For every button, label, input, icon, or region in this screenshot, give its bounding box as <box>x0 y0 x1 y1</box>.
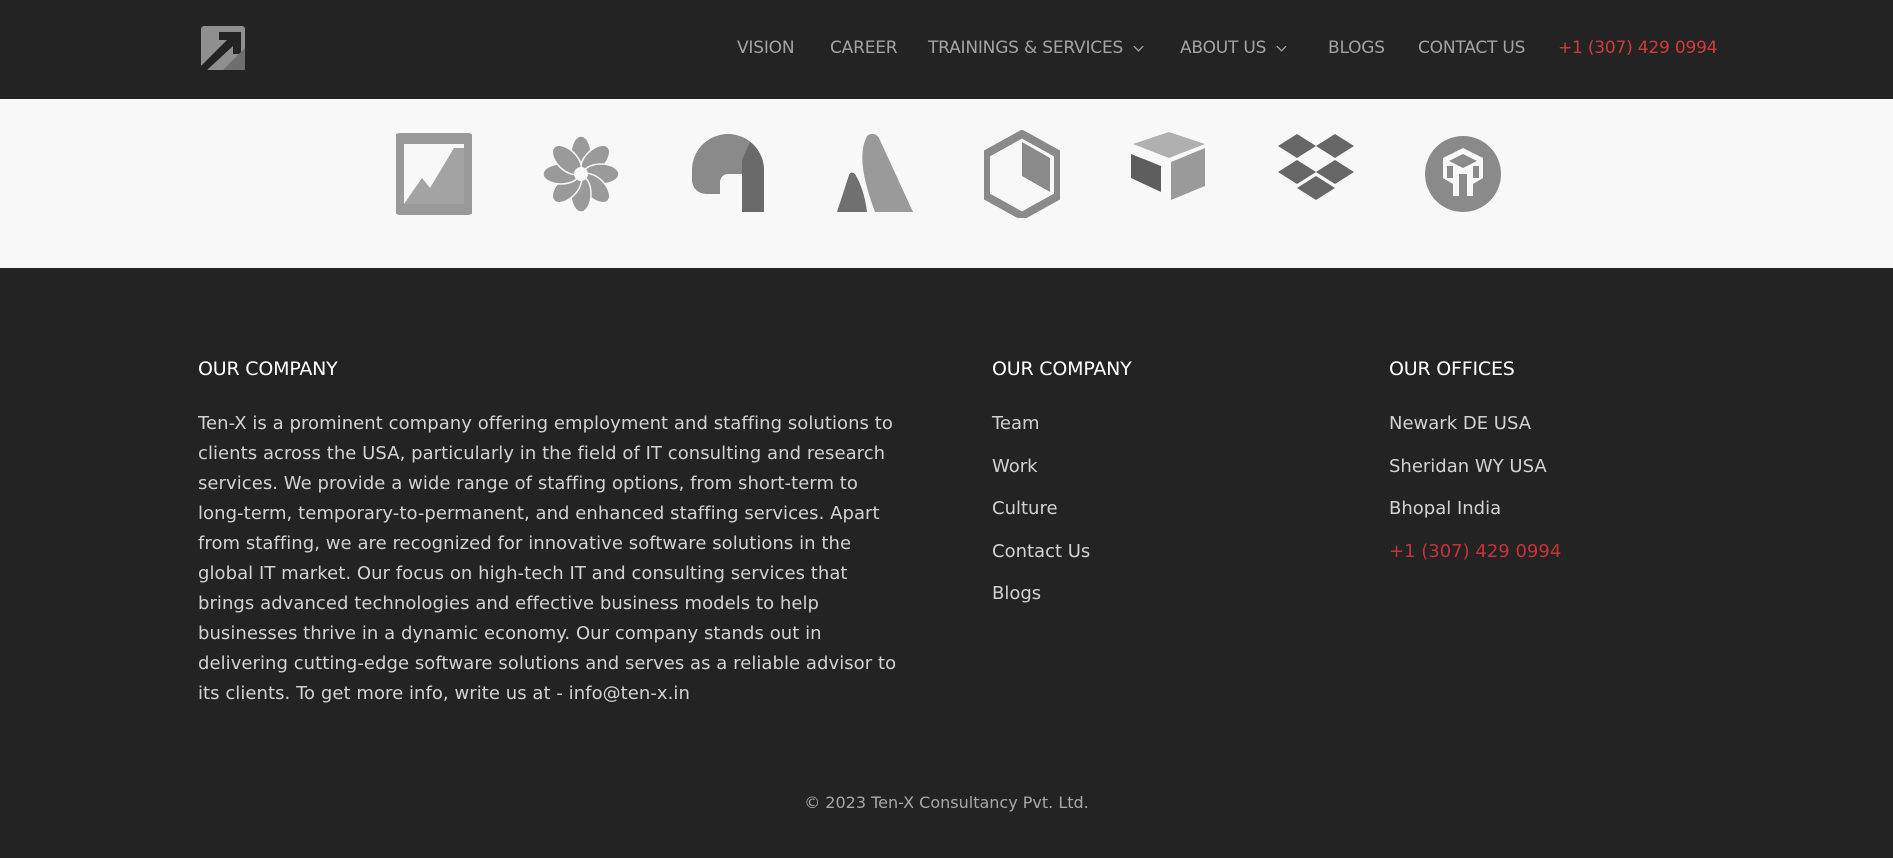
nav-trainings-services[interactable]: TRAININGS & SERVICES <box>928 38 1144 58</box>
nav-phone-link[interactable]: +1 (307) 429 0994 <box>1558 38 1717 58</box>
footer-link-culture[interactable]: Culture <box>992 494 1090 537</box>
nav-phone-label: +1 (307) 429 0994 <box>1558 38 1718 58</box>
nav-about-us[interactable]: ABOUT US <box>1180 38 1287 58</box>
site-header: VISION CAREER TRAININGS & SERVICES ABOUT… <box>0 0 1893 99</box>
office-sheridan: Sheridan WY USA <box>1389 455 1547 477</box>
nav-contact-us[interactable]: CONTACT US <box>1418 38 1525 58</box>
footer-phone-link[interactable]: +1 (307) 429 0994 <box>1389 537 1561 580</box>
partner-logo-dropbox-icon <box>1278 130 1354 218</box>
nav-career-label: CAREER <box>830 38 898 58</box>
nav-contact-label: CONTACT US <box>1418 38 1526 58</box>
office-newark: Newark DE USA <box>1389 413 1532 434</box>
offices-list: Newark DE USA Sheridan WY USA Bhopal Ind… <box>1389 409 1561 579</box>
copyright-text: © 2023 Ten-X Consultancy Pvt. Ltd. <box>804 793 1089 812</box>
nav-vision[interactable]: VISION <box>737 38 795 58</box>
nav-trainings-label: TRAININGS & SERVICES <box>928 38 1124 58</box>
office-bhopal: Bhopal India <box>1389 498 1502 519</box>
partner-logo-atlassian-icon <box>837 130 913 218</box>
chevron-down-icon <box>1133 45 1144 52</box>
partner-logo-flower-icon <box>543 130 619 218</box>
footer-link-blogs[interactable]: Blogs <box>992 579 1090 622</box>
footer-link-contact-us[interactable]: Contact Us <box>992 537 1090 580</box>
partner-logo-arch-icon <box>690 130 766 218</box>
partner-logo-hexagon-icon <box>984 130 1060 218</box>
site-footer: OUR COMPANY Ten-X is a prominent company… <box>0 268 1893 858</box>
chevron-down-icon <box>1276 45 1287 52</box>
company-description: Ten-X is a prominent company offering em… <box>198 413 897 704</box>
partner-logos-strip <box>0 99 1893 268</box>
nav-vision-label: VISION <box>737 38 795 58</box>
company-links: Team Work Culture Contact Us Blogs <box>992 409 1090 622</box>
nav-blogs-label: BLOGS <box>1328 38 1385 58</box>
partner-logo-cube-icon <box>1131 130 1207 218</box>
main-nav: VISION CAREER TRAININGS & SERVICES ABOUT… <box>0 38 1893 62</box>
nav-blogs[interactable]: BLOGS <box>1328 38 1385 58</box>
links-title: OUR COMPANY <box>992 358 1132 380</box>
partner-logo-circle-icon <box>1425 130 1501 218</box>
nav-about-label: ABOUT US <box>1180 38 1267 58</box>
offices-title: OUR OFFICES <box>1389 358 1515 380</box>
partner-logo-square-icon <box>396 130 472 218</box>
company-title: OUR COMPANY <box>198 358 338 380</box>
footer-link-work[interactable]: Work <box>992 452 1090 495</box>
nav-career[interactable]: CAREER <box>830 38 898 58</box>
footer-link-team[interactable]: Team <box>992 409 1090 452</box>
